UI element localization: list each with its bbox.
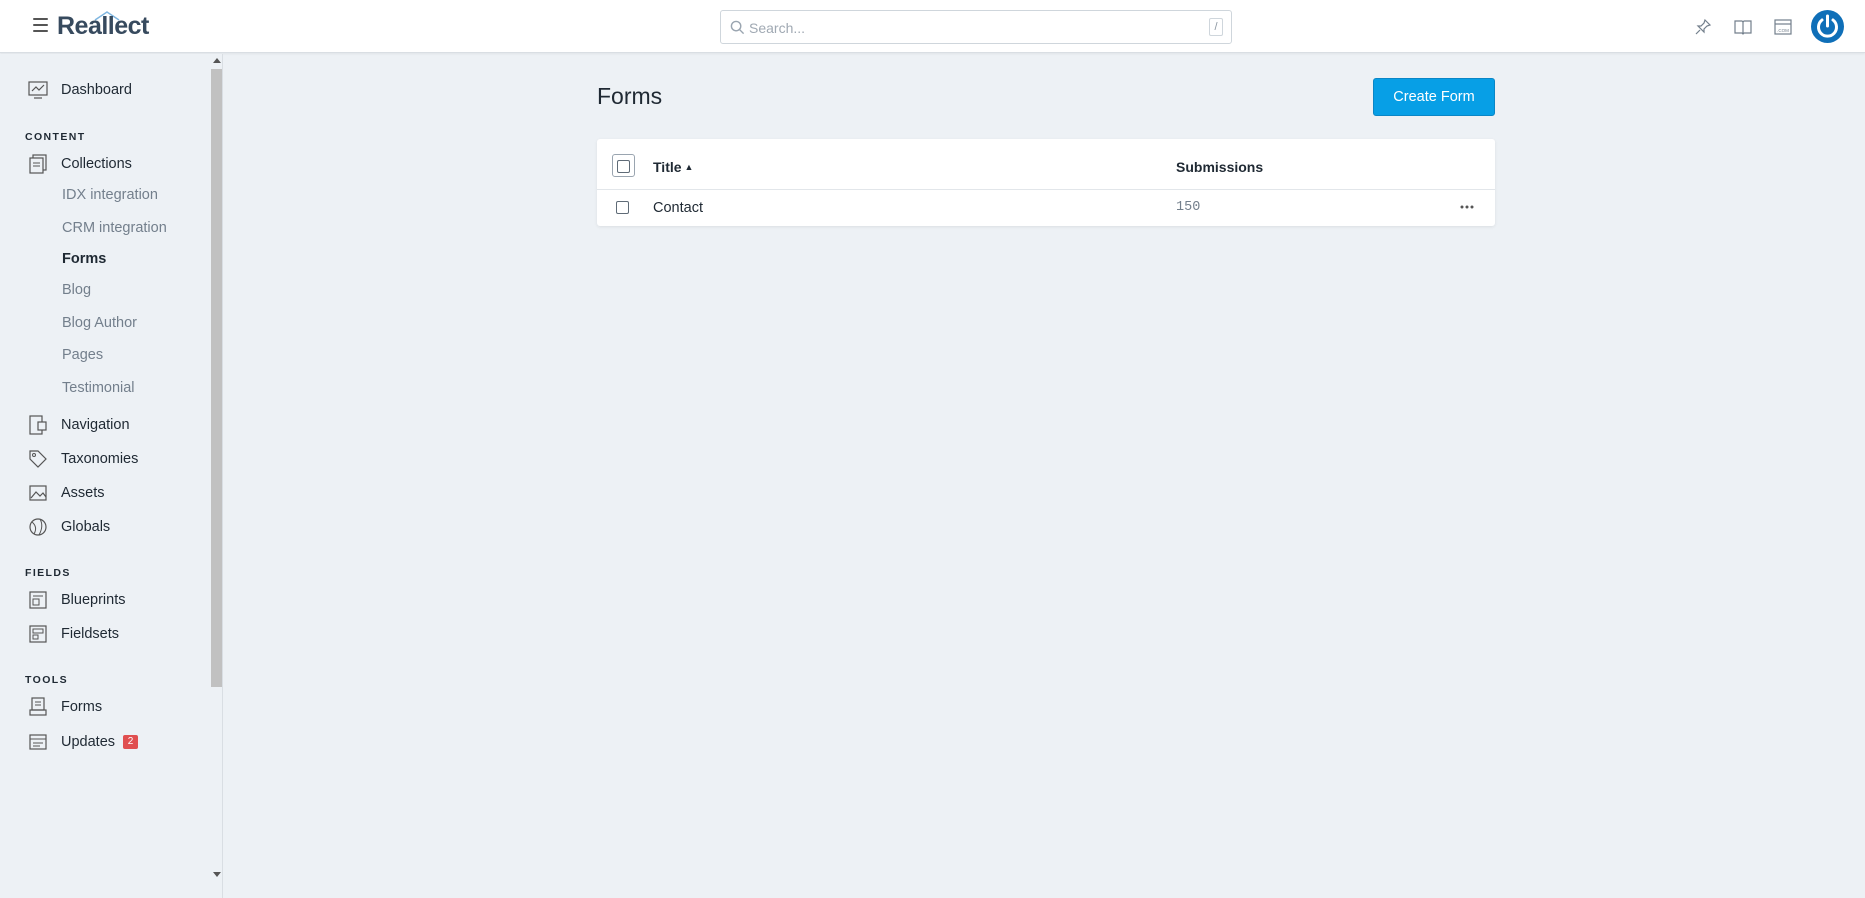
- column-header-title[interactable]: Title ▲: [653, 159, 693, 175]
- sidebar-item-label: Blueprints: [61, 592, 126, 608]
- svg-text:.COM: .COM: [1777, 28, 1789, 33]
- row-title-link[interactable]: Contact: [653, 200, 703, 216]
- section-title-fields: FIELDS: [25, 567, 71, 579]
- sidebar-item-label: Taxonomies: [61, 451, 139, 467]
- sidebar-item-navigation[interactable]: Navigation: [28, 414, 130, 436]
- blueprint-icon: [29, 591, 47, 609]
- sidebar-item-dashboard[interactable]: Dashboard: [28, 79, 132, 101]
- sidebar-subitem-blog[interactable]: Blog: [62, 282, 91, 298]
- sidebar-item-blueprints[interactable]: Blueprints: [28, 589, 125, 611]
- sidebar-item-collections[interactable]: Collections: [28, 153, 132, 175]
- globe-icon: [29, 518, 47, 536]
- sidebar-subitem-testimonial[interactable]: Testimonial: [62, 380, 135, 396]
- more-actions-icon[interactable]: [1459, 199, 1475, 215]
- search-box[interactable]: Search... /: [720, 10, 1232, 44]
- pin-icon[interactable]: [1694, 18, 1712, 36]
- page-title: Forms: [597, 83, 663, 109]
- tag-icon: [29, 450, 47, 468]
- sidebar-item-label: Dashboard: [61, 82, 132, 98]
- section-title-tools: TOOLS: [25, 674, 68, 686]
- section-title-content: CONTENT: [25, 131, 86, 143]
- top-bar: Reallect Search... / .COM: [0, 0, 1865, 53]
- forms-table: Title ▲ Submissions Contact 150: [597, 139, 1495, 226]
- docs-book-icon[interactable]: [1734, 18, 1752, 36]
- user-avatar-icon[interactable]: [1811, 10, 1844, 43]
- search-shortcut-key: /: [1209, 18, 1223, 36]
- sidebar: [0, 54, 223, 898]
- sidebar-item-label: Fieldsets: [61, 626, 120, 642]
- sidebar-scrollbar[interactable]: [211, 69, 222, 687]
- image-icon: [29, 485, 47, 501]
- app-logo[interactable]: Reallect: [57, 12, 149, 41]
- updates-count-badge: 2: [123, 735, 139, 749]
- sidebar-item-fieldsets[interactable]: Fieldsets: [28, 623, 119, 645]
- sidebar-subitem-idx-integration[interactable]: IDX integration: [62, 187, 158, 203]
- select-all-checkbox[interactable]: [617, 160, 630, 173]
- row-submissions-count: 150: [1176, 200, 1201, 215]
- sidebar-item-globals[interactable]: Globals: [28, 516, 110, 538]
- scroll-up-arrow-icon[interactable]: [213, 58, 221, 63]
- sidebar-item-label: Globals: [61, 519, 111, 535]
- sidebar-subitem-pages[interactable]: Pages: [62, 347, 103, 363]
- sidebar-item-label: Navigation: [61, 417, 130, 433]
- fieldset-icon: [29, 625, 47, 643]
- sidebar-item-label: Forms: [61, 699, 103, 715]
- updates-icon: [29, 734, 47, 750]
- search-input[interactable]: Search...: [749, 20, 805, 36]
- collections-icon: [29, 154, 47, 174]
- sidebar-item-label: Assets: [61, 485, 105, 501]
- sidebar-item-assets[interactable]: Assets: [28, 482, 105, 504]
- search-icon: [730, 20, 745, 35]
- site-icon[interactable]: .COM: [1774, 18, 1792, 36]
- table-header: Title ▲ Submissions: [597, 139, 1495, 190]
- navigation-icon: [29, 415, 47, 435]
- create-form-button[interactable]: Create Form: [1373, 78, 1495, 116]
- sidebar-item-taxonomies[interactable]: Taxonomies: [28, 448, 138, 470]
- dashboard-icon: [28, 81, 48, 99]
- sidebar-item-label: Collections: [61, 156, 132, 172]
- column-header-title-label: Title: [653, 159, 682, 175]
- sidebar-item-label: Updates: [61, 734, 116, 750]
- hamburger-menu-icon[interactable]: [33, 18, 48, 32]
- sidebar-subitem-forms[interactable]: Forms: [62, 251, 106, 267]
- sidebar-subitem-crm-integration[interactable]: CRM integration: [62, 220, 167, 236]
- sidebar-item-updates[interactable]: Updates 2: [28, 731, 139, 753]
- row-checkbox[interactable]: [616, 201, 629, 214]
- scroll-down-arrow-icon[interactable]: [213, 872, 221, 877]
- sort-ascending-icon: ▲: [684, 162, 694, 172]
- sidebar-subitem-blog-author[interactable]: Blog Author: [62, 315, 137, 331]
- column-header-submissions[interactable]: Submissions: [1176, 159, 1263, 175]
- sidebar-item-forms[interactable]: Forms: [28, 696, 102, 718]
- select-all-wrapper: [612, 154, 635, 177]
- form-icon: [29, 697, 47, 716]
